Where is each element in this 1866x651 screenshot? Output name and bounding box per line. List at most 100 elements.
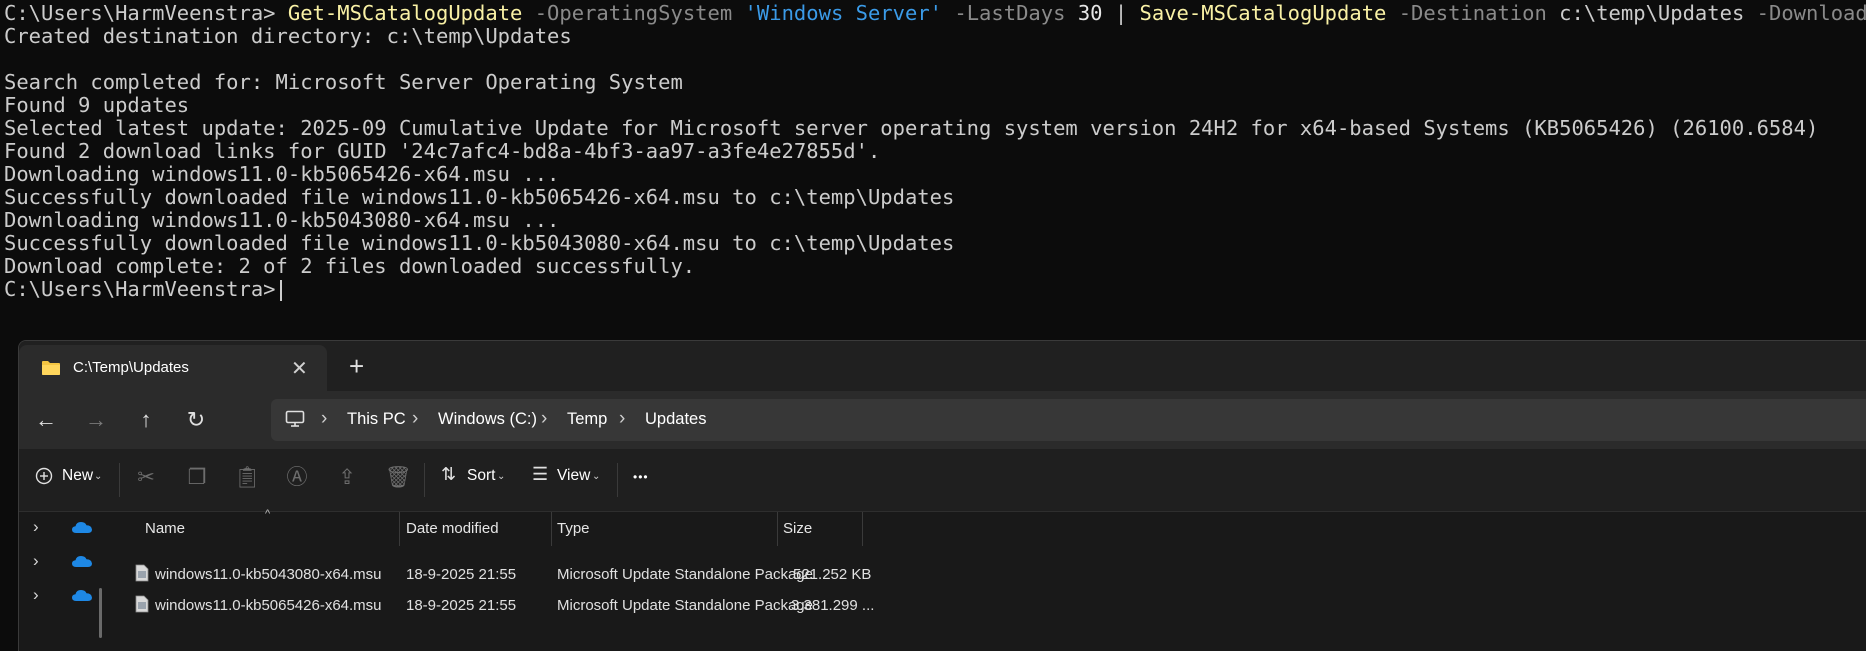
msu-file-icon <box>135 564 149 582</box>
breadcrumb-this-pc[interactable]: This PC <box>347 410 406 429</box>
chevron-right-icon[interactable]: › <box>33 585 39 605</box>
terminal-prompt-line[interactable]: C:\Users\HarmVeenstra> <box>0 278 1866 301</box>
sort-ascending-icon: ^ <box>265 508 271 520</box>
chevron-right-icon[interactable]: › <box>33 551 39 571</box>
output-line: Found 2 download links for GUID '24c7afc… <box>4 139 881 163</box>
file-name: windows11.0-kb5065426-x64.msu <box>155 597 382 614</box>
terminal-command-line: C:\Users\HarmVeenstra> Get-MSCatalogUpda… <box>0 2 1866 25</box>
more-options-icon[interactable]: ••• <box>633 470 649 484</box>
text-cursor <box>279 279 282 301</box>
output-line: Successfully downloaded file windows11.0… <box>4 231 955 255</box>
refresh-icon[interactable]: ↻ <box>181 406 211 436</box>
folder-icon <box>42 361 60 375</box>
nav-item-onedrive[interactable]: › <box>33 548 103 578</box>
output-line: Downloading windows11.0-kb5043080-x64.ms… <box>4 208 560 232</box>
address-bar[interactable]: › This PC › Windows (C:) › Temp › Update… <box>271 399 1866 441</box>
value-lastdays: 30 <box>1077 1 1103 25</box>
copy-icon[interactable]: ❐ <box>184 465 210 491</box>
output-line: Selected latest update: 2025-09 Cumulati… <box>4 116 1819 140</box>
output-line: Successfully downloaded file windows11.0… <box>4 185 955 209</box>
column-header-type[interactable]: Type <box>557 520 590 537</box>
breadcrumb-windows-c[interactable]: Windows (C:) <box>438 410 537 429</box>
column-divider[interactable] <box>399 512 400 546</box>
value-os: 'Windows Server' <box>744 1 943 25</box>
file-list: ^ Name Date modified Type Size windows11… <box>113 508 1866 651</box>
sort-icon: ⇅ <box>441 464 457 484</box>
chevron-right-icon[interactable]: › <box>33 517 39 537</box>
navigation-pane: › › › <box>19 512 113 651</box>
chevron-right-icon[interactable]: › <box>412 408 418 430</box>
column-divider[interactable] <box>551 512 552 546</box>
computer-icon <box>285 410 305 427</box>
close-icon[interactable]: ✕ <box>291 356 308 381</box>
output-line: Search completed for: Microsoft Server O… <box>4 70 683 94</box>
param-lastdays: -LastDays <box>954 1 1066 25</box>
cloud-icon <box>72 590 92 601</box>
chevron-down-icon: ⌄ <box>94 471 103 482</box>
file-explorer-window: C:\Temp\Updates ✕ + ← → ↑ ↻ › This PC › … <box>18 340 1866 651</box>
file-type: Microsoft Update Standalone Package <box>557 597 813 614</box>
breadcrumb-temp[interactable]: Temp <box>567 410 607 429</box>
column-divider[interactable] <box>862 512 863 546</box>
toolbar-divider <box>617 463 618 497</box>
cmdlet-get: Get-MSCatalogUpdate <box>287 1 523 25</box>
new-tab-button[interactable]: + <box>349 351 364 382</box>
chevron-right-icon[interactable]: › <box>541 408 547 430</box>
navigation-bar: ← → ↑ ↻ › This PC › Windows (C:) › Temp … <box>19 391 1866 449</box>
column-divider[interactable] <box>777 512 778 546</box>
prompt: C:\Users\HarmVeenstra> <box>4 1 276 25</box>
param-os: -OperatingSystem <box>534 1 733 25</box>
nav-item-onedrive[interactable]: › <box>33 514 103 544</box>
pipe: | <box>1114 1 1128 25</box>
rename-icon[interactable]: Ⓐ <box>284 465 310 491</box>
chevron-right-icon[interactable]: › <box>321 408 327 430</box>
plus-circle-icon <box>35 467 53 485</box>
view-list-icon: ☰ <box>532 464 549 484</box>
tab-bar: C:\Temp\Updates ✕ + <box>19 341 1866 391</box>
tab-updates[interactable]: C:\Temp\Updates ✕ <box>19 345 327 391</box>
breadcrumb-updates[interactable]: Updates <box>645 410 706 429</box>
column-header-date[interactable]: Date modified <box>406 520 499 537</box>
column-header-name[interactable]: Name <box>145 520 185 537</box>
paste-icon[interactable]: 📋︎ <box>234 465 261 491</box>
toolbar-divider <box>424 463 425 497</box>
chevron-down-icon: ⌄ <box>497 471 506 482</box>
new-label: New <box>62 467 94 484</box>
cloud-icon <box>72 522 92 533</box>
nav-pane-scrollbar[interactable] <box>99 588 102 638</box>
file-size: 3.381.299 ... <box>791 597 875 614</box>
cut-icon[interactable]: ✂ <box>133 465 159 491</box>
param-downloadall: -DownloadAll <box>1756 1 1866 25</box>
file-row[interactable]: windows11.0-kb5065426-x64.msu 18-9-2025 … <box>113 591 875 621</box>
terminal-window[interactable]: C:\Users\HarmVeenstra> Get-MSCatalogUpda… <box>0 0 1866 342</box>
column-header-size[interactable]: Size <box>783 520 812 537</box>
value-destination: c:\temp\Updates <box>1559 1 1745 25</box>
file-size: 521.252 KB <box>793 566 872 583</box>
share-icon[interactable]: ⇪ <box>334 465 360 491</box>
file-row[interactable]: windows11.0-kb5043080-x64.msu 18-9-2025 … <box>113 560 873 590</box>
file-date: 18-9-2025 21:55 <box>406 597 517 614</box>
forward-arrow-icon[interactable]: → <box>81 406 111 436</box>
nav-item-onedrive[interactable]: › <box>33 582 103 612</box>
chevron-down-icon: ⌄ <box>592 471 601 482</box>
column-header-row: ^ Name Date modified Type Size <box>113 508 1866 546</box>
toolbar-divider <box>119 463 120 497</box>
cloud-icon <box>72 556 92 567</box>
cmdlet-save: Save-MSCatalogUpdate <box>1139 1 1387 25</box>
output-line: Download complete: 2 of 2 files download… <box>4 254 696 278</box>
view-label: View <box>557 467 591 484</box>
up-arrow-icon[interactable]: ↑ <box>131 406 161 436</box>
prompt: C:\Users\HarmVeenstra> <box>4 277 276 301</box>
output-line: Created destination directory: c:\temp\U… <box>4 24 572 48</box>
delete-icon[interactable]: 🗑︎ <box>385 465 412 491</box>
msu-file-icon <box>135 595 149 613</box>
file-type: Microsoft Update Standalone Package <box>557 566 813 583</box>
file-name: windows11.0-kb5043080-x64.msu <box>155 566 382 583</box>
param-destination: -Destination <box>1398 1 1547 25</box>
command-bar: New ⌄ ✂ ❐ 📋︎ Ⓐ ⇪ 🗑︎ ⇅ Sort ⌄ ☰ View ⌄ ••… <box>19 449 1866 512</box>
tab-title: C:\Temp\Updates <box>73 359 189 376</box>
sort-label: Sort <box>467 467 496 484</box>
back-arrow-icon[interactable]: ← <box>31 406 61 436</box>
output-line: Downloading windows11.0-kb5065426-x64.ms… <box>4 162 560 186</box>
chevron-right-icon[interactable]: › <box>619 408 625 430</box>
